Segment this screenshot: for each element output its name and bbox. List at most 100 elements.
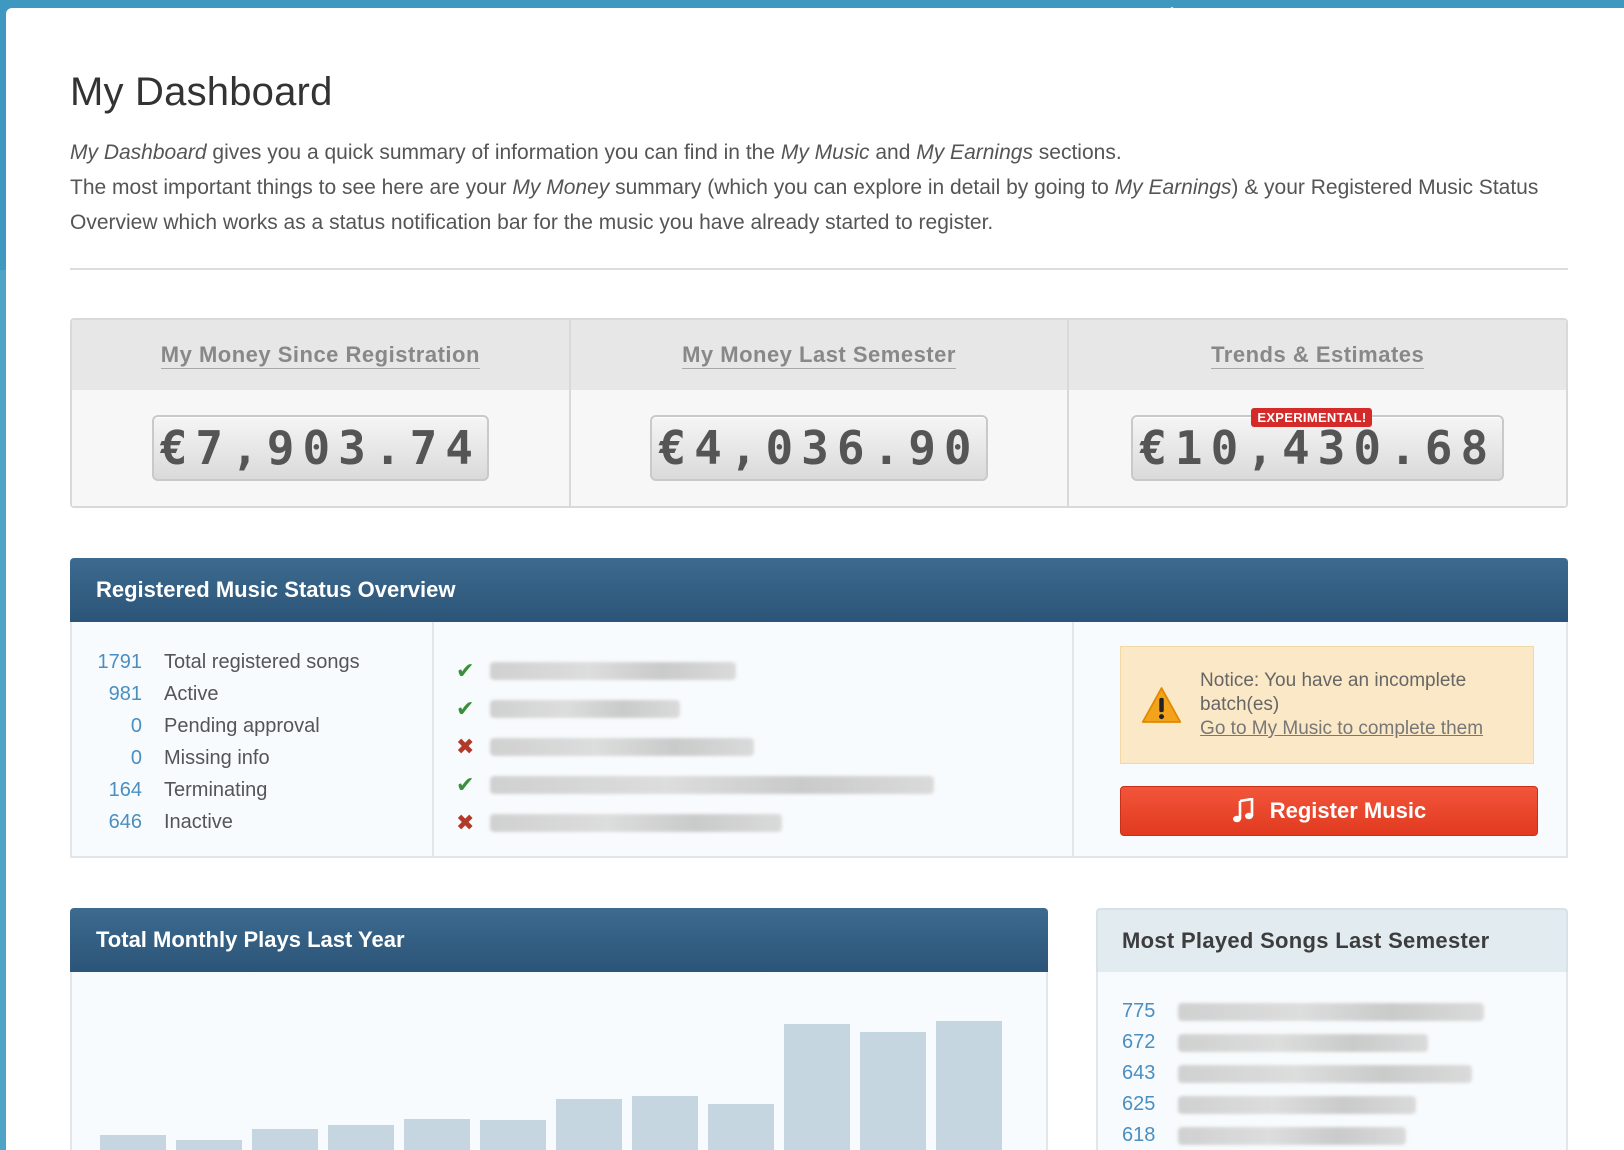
- stat-row: 646 Inactive: [96, 806, 408, 838]
- cross-icon: ✖: [456, 734, 475, 759]
- money-label-link[interactable]: Trends & Estimates: [1211, 342, 1425, 369]
- money-body-2: €4,036.90: [570, 390, 1068, 506]
- stat-label: Active: [164, 682, 219, 705]
- stat-number[interactable]: 981: [96, 683, 142, 706]
- stat-row: 981 Active: [96, 678, 408, 710]
- play-count: 618: [1122, 1124, 1156, 1146]
- stat-row: 0 Pending approval: [96, 710, 408, 742]
- top-notch: [1156, 7, 1188, 17]
- stat-number[interactable]: 164: [96, 779, 142, 802]
- intro-text-2: and: [869, 141, 917, 164]
- play-count: 625: [1122, 1093, 1156, 1115]
- monthly-plays-panel: Total Monthly Plays Last Year: [70, 908, 1048, 1150]
- song-row[interactable]: ✔: [456, 766, 1050, 804]
- stat-label: Inactive: [164, 810, 233, 833]
- song-row[interactable]: ✖: [456, 804, 1050, 842]
- most-played-title: Most Played Songs Last Semester: [1096, 908, 1568, 972]
- status-body: 1791 Total registered songs 981 Active 0 Pe…: [70, 622, 1568, 858]
- most-played-panel: Most Played Songs Last Semester 775 672 …: [1096, 908, 1568, 1150]
- blurred-song-title: [1178, 1126, 1406, 1145]
- play-count: 672: [1122, 1031, 1156, 1053]
- stat-number[interactable]: 646: [96, 811, 142, 834]
- blurred-song-title: [490, 738, 754, 756]
- experimental-badge: EXPERIMENTAL!: [1251, 408, 1373, 427]
- plays-bar[interactable]: [252, 1129, 318, 1150]
- most-played-row[interactable]: 775: [1122, 996, 1542, 1027]
- intro-line-2: The most important things to see here ar…: [70, 170, 1568, 240]
- most-played-row[interactable]: 672: [1122, 1027, 1542, 1058]
- stat-number[interactable]: 0: [96, 715, 142, 738]
- intro-text-3: sections.: [1032, 141, 1122, 164]
- plays-bar[interactable]: [480, 1120, 546, 1150]
- intro-em-earnings-2: My Earnings: [1114, 176, 1232, 199]
- cross-icon: ✖: [456, 810, 475, 835]
- status-title: Registered Music Status Overview: [70, 558, 1568, 622]
- plays-bar[interactable]: [860, 1032, 926, 1150]
- stat-label: Total registered songs: [164, 650, 360, 673]
- money-label-link[interactable]: My Money Last Semester: [682, 342, 956, 369]
- divider: [70, 268, 1568, 270]
- stat-number[interactable]: 1791: [96, 651, 143, 674]
- notice-message: Notice: You have an incomplete batch(es): [1200, 670, 1467, 715]
- intro-em-earnings: My Earnings: [916, 141, 1033, 164]
- plays-bar[interactable]: [100, 1135, 166, 1150]
- stats-list: 1791 Total registered songs 981 Active 0 Pe…: [72, 622, 434, 856]
- stat-label: Pending approval: [164, 714, 320, 737]
- blurred-song-title: [490, 700, 680, 718]
- register-music-button[interactable]: Register Music: [1120, 786, 1538, 836]
- stat-row: 0 Missing info: [96, 742, 408, 774]
- complete-batch-link[interactable]: Go to My Music to complete them: [1200, 717, 1513, 741]
- song-row[interactable]: ✔: [456, 652, 1050, 690]
- plays-bar[interactable]: [176, 1140, 242, 1150]
- most-played-list: 775 672 643 625 618: [1096, 972, 1568, 1150]
- play-count: 643: [1122, 1062, 1156, 1084]
- intro-em-music: My Music: [780, 141, 870, 164]
- incomplete-notice: Notice: You have an incomplete batch(es)…: [1120, 646, 1534, 764]
- notice-text-block: Notice: You have an incomplete batch(es)…: [1200, 669, 1513, 741]
- recent-songs: ✔ ✔ ✖ ✔ ✖: [434, 622, 1074, 856]
- stat-label: Terminating: [164, 778, 268, 801]
- music-note-icon: [1232, 798, 1254, 823]
- money-counter: €4,036.90: [650, 415, 988, 481]
- money-counter: €7,903.74: [151, 415, 489, 481]
- trends-estimates: Trends & Estimates €10,430.68 EXPERIMENT…: [1069, 320, 1567, 506]
- money-last-semester: My Money Last Semester €4,036.90: [570, 320, 1070, 506]
- most-played-row[interactable]: 618: [1122, 1120, 1542, 1150]
- money-since-registration: My Money Since Registration €7,903.74: [72, 320, 571, 506]
- plays-title: Total Monthly Plays Last Year: [70, 908, 1048, 972]
- money-label-link[interactable]: My Money Since Registration: [160, 342, 480, 369]
- bottom-section: Total Monthly Plays Last Year Most Playe…: [70, 908, 1568, 1150]
- plays-bar[interactable]: [404, 1119, 470, 1150]
- check-icon: ✔: [456, 658, 475, 683]
- most-played-row[interactable]: 643: [1122, 1058, 1542, 1089]
- plays-bar[interactable]: [708, 1104, 774, 1150]
- plays-bar[interactable]: [632, 1096, 698, 1150]
- blurred-song-title: [1178, 1095, 1416, 1114]
- stat-row: 1791 Total registered songs: [96, 646, 408, 678]
- song-row[interactable]: ✖: [456, 728, 1050, 766]
- money-head-2: My Money Last Semester: [570, 320, 1068, 390]
- plays-bar[interactable]: [936, 1021, 1002, 1150]
- intro-line-1: My Dashboard gives you a quick summary o…: [70, 135, 1568, 170]
- content: My Dashboard My Dashboard gives you a qu…: [70, 70, 1568, 1150]
- dashboard-page: My Dashboard My Dashboard gives you a qu…: [6, 7, 1624, 1150]
- plays-bar[interactable]: [556, 1099, 622, 1150]
- plays-bar[interactable]: [328, 1125, 394, 1150]
- money-head-1: My Money Since Registration: [72, 320, 569, 390]
- blurred-song-title: [1178, 1064, 1472, 1083]
- intro-text-5: summary (which you can explore in detail…: [609, 176, 1115, 199]
- blurred-song-title: [1178, 1002, 1484, 1021]
- song-row[interactable]: ✔: [456, 690, 1050, 728]
- plays-bar[interactable]: [784, 1024, 850, 1150]
- intro-em-money: My Money: [512, 176, 610, 199]
- warning-icon: [1141, 687, 1182, 723]
- intro-text-1: gives you a quick summary of information…: [206, 141, 781, 164]
- check-icon: ✔: [456, 696, 475, 721]
- monthly-plays-chart: [70, 972, 1048, 1150]
- most-played-row[interactable]: 625: [1122, 1089, 1542, 1120]
- register-music-label: Register Music: [1269, 798, 1427, 823]
- stat-number[interactable]: 0: [96, 747, 142, 770]
- blurred-song-title: [490, 814, 782, 832]
- money-body-3: €10,430.68 EXPERIMENTAL!: [1069, 390, 1567, 506]
- actions: Notice: You have an incomplete batch(es)…: [1074, 622, 1566, 856]
